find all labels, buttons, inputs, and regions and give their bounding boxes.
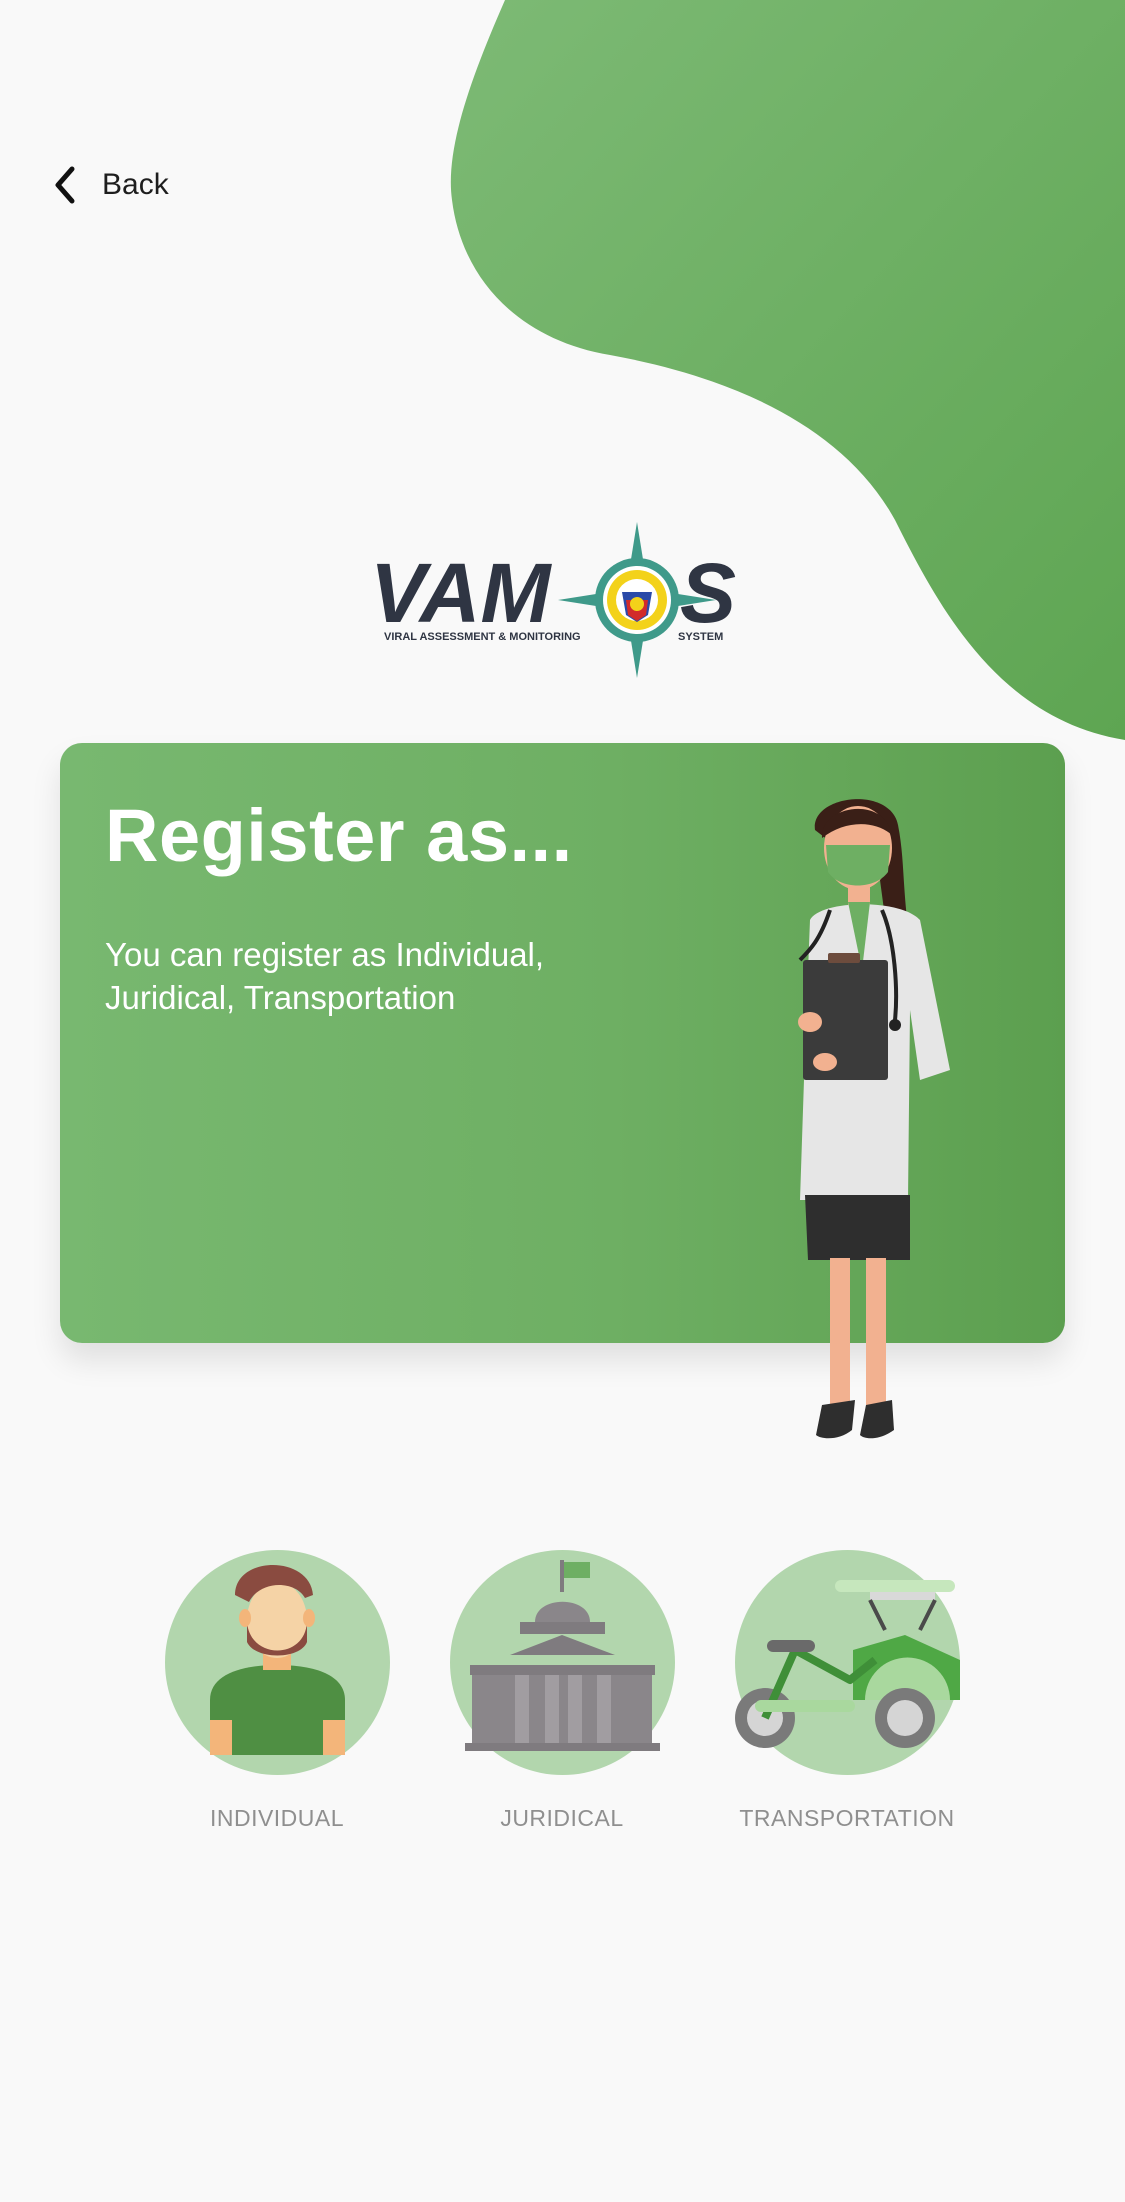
tricycle-icon [734, 1580, 960, 1748]
vamos-logo: VAM S VIRAL ASSESSMENT & MONITORING SYST… [370, 522, 736, 678]
card-description: You can register as Individual, Juridica… [105, 936, 545, 1016]
option-label-transportation: TRANSPORTATION [739, 1805, 955, 1831]
option-individual[interactable]: INDIVIDUAL [137, 1550, 417, 1832]
logo-wordmark-right: S [680, 546, 736, 640]
government-building-icon [464, 1560, 660, 1751]
juridical-circle [449, 1550, 675, 1775]
individual-circle [164, 1550, 390, 1775]
doctor-illustration [798, 799, 950, 1439]
card-title: Register as... [105, 794, 573, 877]
register-screen: Back VAM S VIRAL ASSESSMENT & MONITORING… [0, 0, 1125, 2202]
option-label-individual: INDIVIDUAL [209, 1805, 345, 1831]
logo-tagline-left: VIRAL ASSESSMENT & MONITORING [384, 631, 581, 643]
logo-wordmark-left: VAM [370, 546, 552, 640]
back-button[interactable]: Back [50, 160, 169, 210]
back-label: Back [102, 168, 169, 201]
transportation-circle [734, 1550, 960, 1775]
option-juridical[interactable]: JURIDICAL [422, 1550, 702, 1832]
logo-tagline-right: SYSTEM [678, 631, 723, 643]
option-transportation[interactable]: TRANSPORTATION [707, 1550, 987, 1832]
option-label-juridical: JURIDICAL [500, 1805, 624, 1831]
person-icon [209, 1565, 345, 1755]
chevron-left-icon [55, 166, 75, 204]
